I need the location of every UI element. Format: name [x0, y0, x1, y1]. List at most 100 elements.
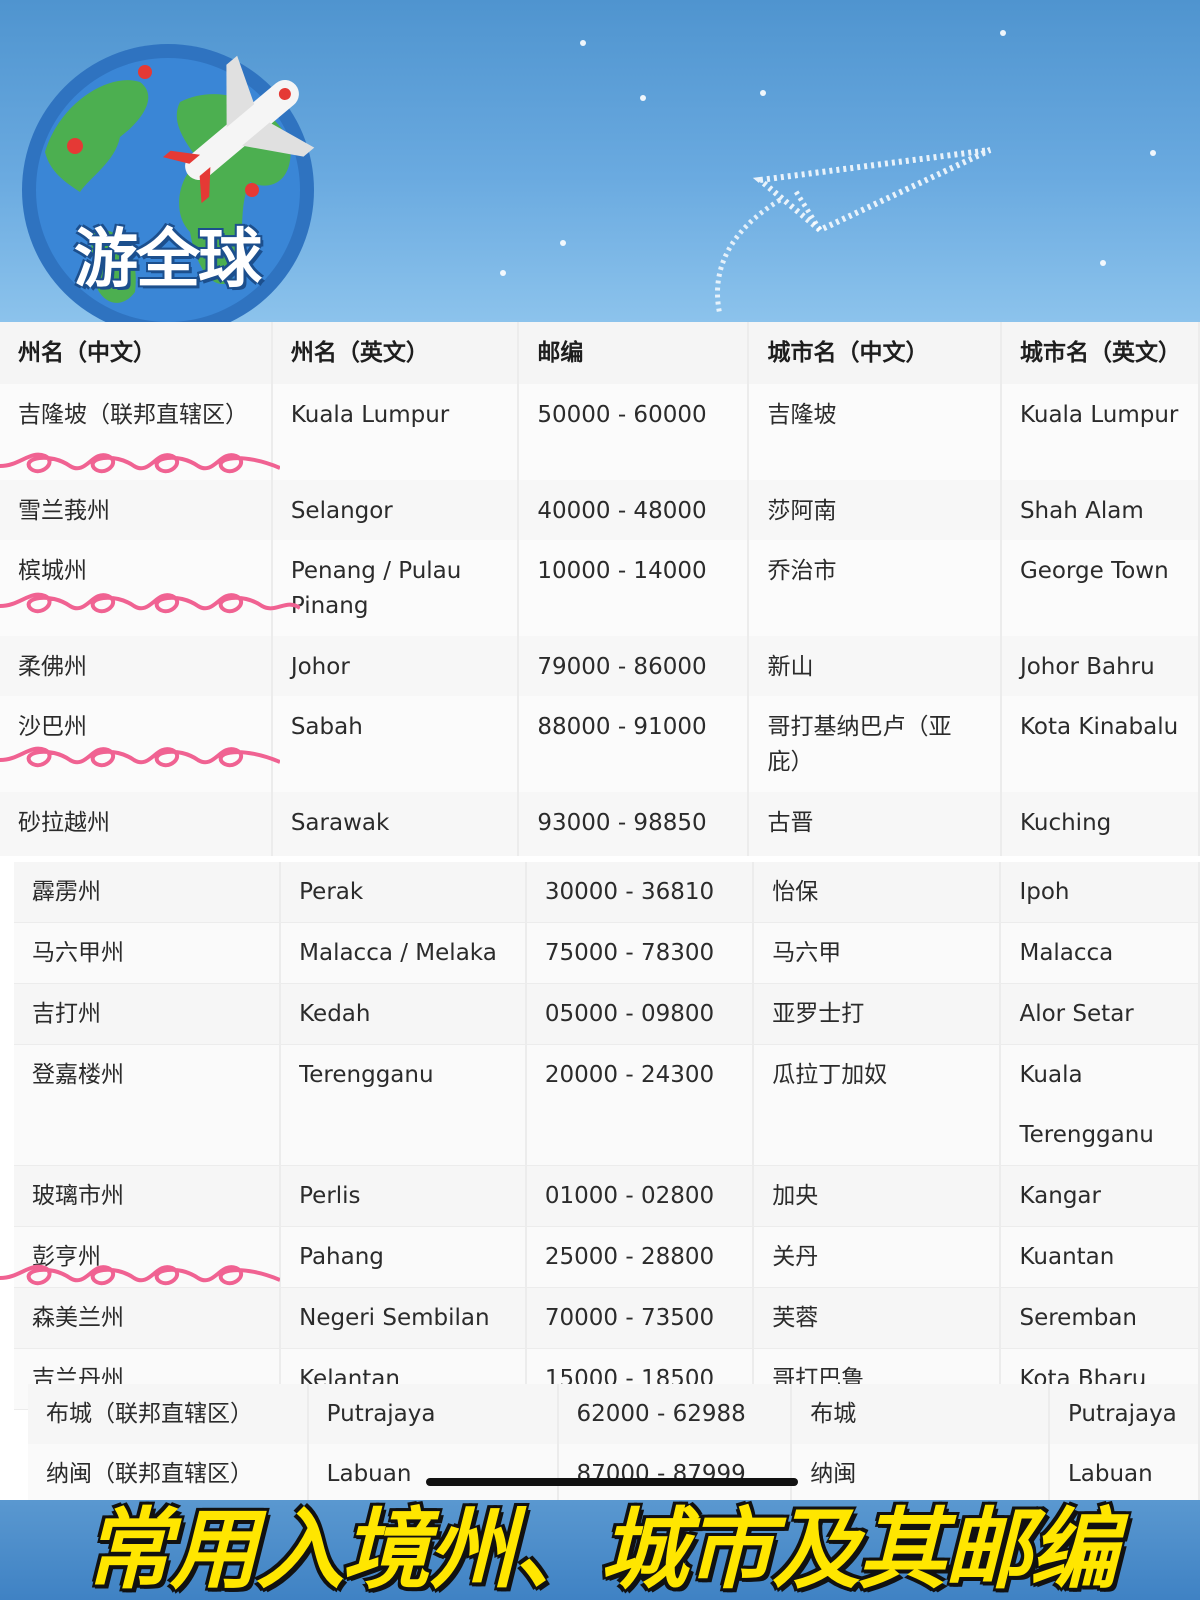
pink-squiggle-decoration [0, 1264, 280, 1286]
cell-postcode: 10000 - 14000 [518, 540, 750, 636]
cell-state-en: Pahang [280, 1226, 527, 1288]
cell-city-cn: 莎阿南 [748, 480, 1002, 540]
cell-state-en: Johor [271, 636, 520, 696]
logo-text: 游全球 [74, 223, 262, 297]
cell-postcode: 79000 - 86000 [518, 636, 750, 696]
cell-state-en: Sabah [271, 696, 520, 792]
cell-city-en: Putrajaya [1048, 1384, 1200, 1444]
cell-city-en: Malacca [1000, 922, 1200, 984]
star-decoration [760, 90, 766, 96]
cell-city-en: Labuan [1048, 1444, 1200, 1500]
cell-state-cn: 登嘉楼州 [14, 1044, 282, 1166]
cell-postcode: 62000 - 62988 [557, 1384, 793, 1444]
cell-postcode: 87000 - 87999 [557, 1444, 793, 1500]
cell-postcode: 75000 - 78300 [525, 922, 755, 984]
footer-banner: 常用入境州、城市及其邮编 [0, 1500, 1200, 1600]
pink-squiggle-decoration [0, 746, 280, 768]
cell-state-cn: 布城（联邦直辖区） [28, 1384, 309, 1444]
cell-state-en: Labuan [307, 1444, 559, 1500]
cell-state-en: Terengganu [280, 1044, 527, 1166]
cell-city-cn: 加央 [753, 1165, 1002, 1227]
pink-squiggle-decoration [0, 592, 300, 614]
cell-state-en: Penang / Pulau Pinang [271, 540, 520, 636]
cell-city-cn: 哥打基纳巴卢（亚庇） [748, 696, 1002, 792]
postcode-table-section-2: 霹雳州 Perak 30000 - 36810 怡保 Ipoh 马六甲州 Mal… [14, 862, 1200, 1410]
table-row: 砂拉越州 Sarawak 93000 - 98850 古晋 Kuching [0, 792, 1200, 856]
cell-state-cn: 马六甲州 [14, 922, 282, 984]
cell-city-cn: 芙蓉 [753, 1287, 1002, 1349]
cell-postcode: 88000 - 91000 [518, 696, 750, 792]
cell-city-cn: 马六甲 [753, 922, 1002, 984]
table-row: 玻璃市州 Perlis 01000 - 02800 加央 Kangar [14, 1165, 1200, 1227]
cell-state-en: Kedah [280, 983, 527, 1045]
postcode-table-area: 州名（中文） 州名（英文） 邮编 城市名（中文） 城市名（英文） 吉隆坡（联邦直… [0, 322, 1200, 1500]
cell-city-cn: 布城 [791, 1384, 1050, 1444]
cell-city-cn: 怡保 [753, 862, 1002, 923]
cell-postcode: 01000 - 02800 [525, 1165, 755, 1227]
cell-state-cn: 纳闽（联邦直辖区） [28, 1444, 309, 1500]
table-row: 柔佛州 Johor 79000 - 86000 新山 Johor Bahru [0, 636, 1200, 696]
cell-city-en: Alor Setar [1000, 983, 1200, 1045]
home-indicator-bar [426, 1478, 798, 1486]
cell-city-en: Kuching [1000, 792, 1200, 856]
cell-state-en: Perlis [280, 1165, 527, 1227]
star-decoration [500, 270, 506, 276]
footer-headline: 常用入境州、城市及其邮编 [83, 1498, 1118, 1601]
table-row: 布城（联邦直辖区） Putrajaya 62000 - 62988 布城 Put… [28, 1384, 1200, 1444]
star-decoration [1150, 150, 1156, 156]
cell-city-cn: 吉隆坡 [748, 384, 1002, 480]
cell-city-cn: 纳闽 [791, 1444, 1050, 1500]
cell-state-en: Perak [280, 862, 527, 923]
cell-state-en: Negeri Sembilan [280, 1287, 527, 1349]
cell-city-en: Kuantan [1000, 1226, 1200, 1288]
cell-city-en: Ipoh [1000, 862, 1200, 923]
cell-state-en: Kuala Lumpur [271, 384, 520, 480]
cell-city-cn: 亚罗士打 [753, 983, 1002, 1045]
header-city-en: 城市名（英文） [1000, 322, 1200, 384]
cell-state-en: Selangor [271, 480, 520, 540]
paper-plane-trail-icon [715, 147, 992, 316]
header-state-en: 州名（英文） [271, 322, 520, 384]
cell-city-en: Seremban [1000, 1287, 1200, 1349]
cell-state-cn: 雪兰莪州 [0, 480, 273, 540]
cell-state-cn: 柔佛州 [0, 636, 273, 696]
star-decoration [1000, 30, 1006, 36]
cell-city-cn: 古晋 [748, 792, 1002, 856]
cell-postcode: 20000 - 24300 [525, 1044, 755, 1166]
cell-state-cn: 霹雳州 [14, 862, 282, 923]
cell-state-cn: 玻璃市州 [14, 1165, 282, 1227]
cell-state-en: Putrajaya [307, 1384, 559, 1444]
table-row: 森美兰州 Negeri Sembilan 70000 - 73500 芙蓉 Se… [14, 1287, 1200, 1349]
cell-city-cn: 新山 [748, 636, 1002, 696]
table-row: 纳闽（联邦直辖区） Labuan 87000 - 87999 纳闽 Labuan [28, 1444, 1200, 1500]
cell-city-en: Shah Alam [1000, 480, 1200, 540]
cell-postcode: 40000 - 48000 [518, 480, 750, 540]
cell-state-cn: 吉打州 [14, 983, 282, 1045]
pink-squiggle-decoration [0, 452, 280, 474]
star-decoration [640, 95, 646, 101]
cell-city-en: Kangar [1000, 1165, 1200, 1227]
cell-city-cn: 乔治市 [748, 540, 1002, 636]
cell-state-en: Malacca / Melaka [280, 922, 527, 984]
table-row: 吉打州 Kedah 05000 - 09800 亚罗士打 Alor Setar [14, 983, 1200, 1045]
table-row: 马六甲州 Malacca / Melaka 75000 - 78300 马六甲 … [14, 922, 1200, 984]
cell-city-cn: 瓜拉丁加奴 [753, 1044, 1002, 1166]
table-header-row: 州名（中文） 州名（英文） 邮编 城市名（中文） 城市名（英文） [0, 322, 1200, 384]
table-row: 登嘉楼州 Terengganu 20000 - 24300 瓜拉丁加奴 Kual… [14, 1044, 1200, 1166]
cell-city-en: Johor Bahru [1000, 636, 1200, 696]
cell-city-cn: 关丹 [753, 1226, 1002, 1288]
cell-city-en: Kuala Terengganu [1000, 1044, 1200, 1166]
cell-postcode: 50000 - 60000 [518, 384, 750, 480]
header-postcode: 邮编 [518, 322, 750, 384]
header-state-cn: 州名（中文） [0, 322, 273, 384]
table-row: 雪兰莪州 Selangor 40000 - 48000 莎阿南 Shah Ala… [0, 480, 1200, 540]
cell-postcode: 30000 - 36810 [525, 862, 755, 923]
header-banner: 游全球 [0, 0, 1200, 322]
header-city-cn: 城市名（中文） [748, 322, 1002, 384]
star-decoration [580, 40, 586, 46]
cell-postcode: 05000 - 09800 [525, 983, 755, 1045]
cell-city-en: Kota Kinabalu [1000, 696, 1200, 792]
cell-postcode: 93000 - 98850 [518, 792, 750, 856]
star-decoration [1100, 260, 1106, 266]
cell-city-en: Kuala Lumpur [1000, 384, 1200, 480]
